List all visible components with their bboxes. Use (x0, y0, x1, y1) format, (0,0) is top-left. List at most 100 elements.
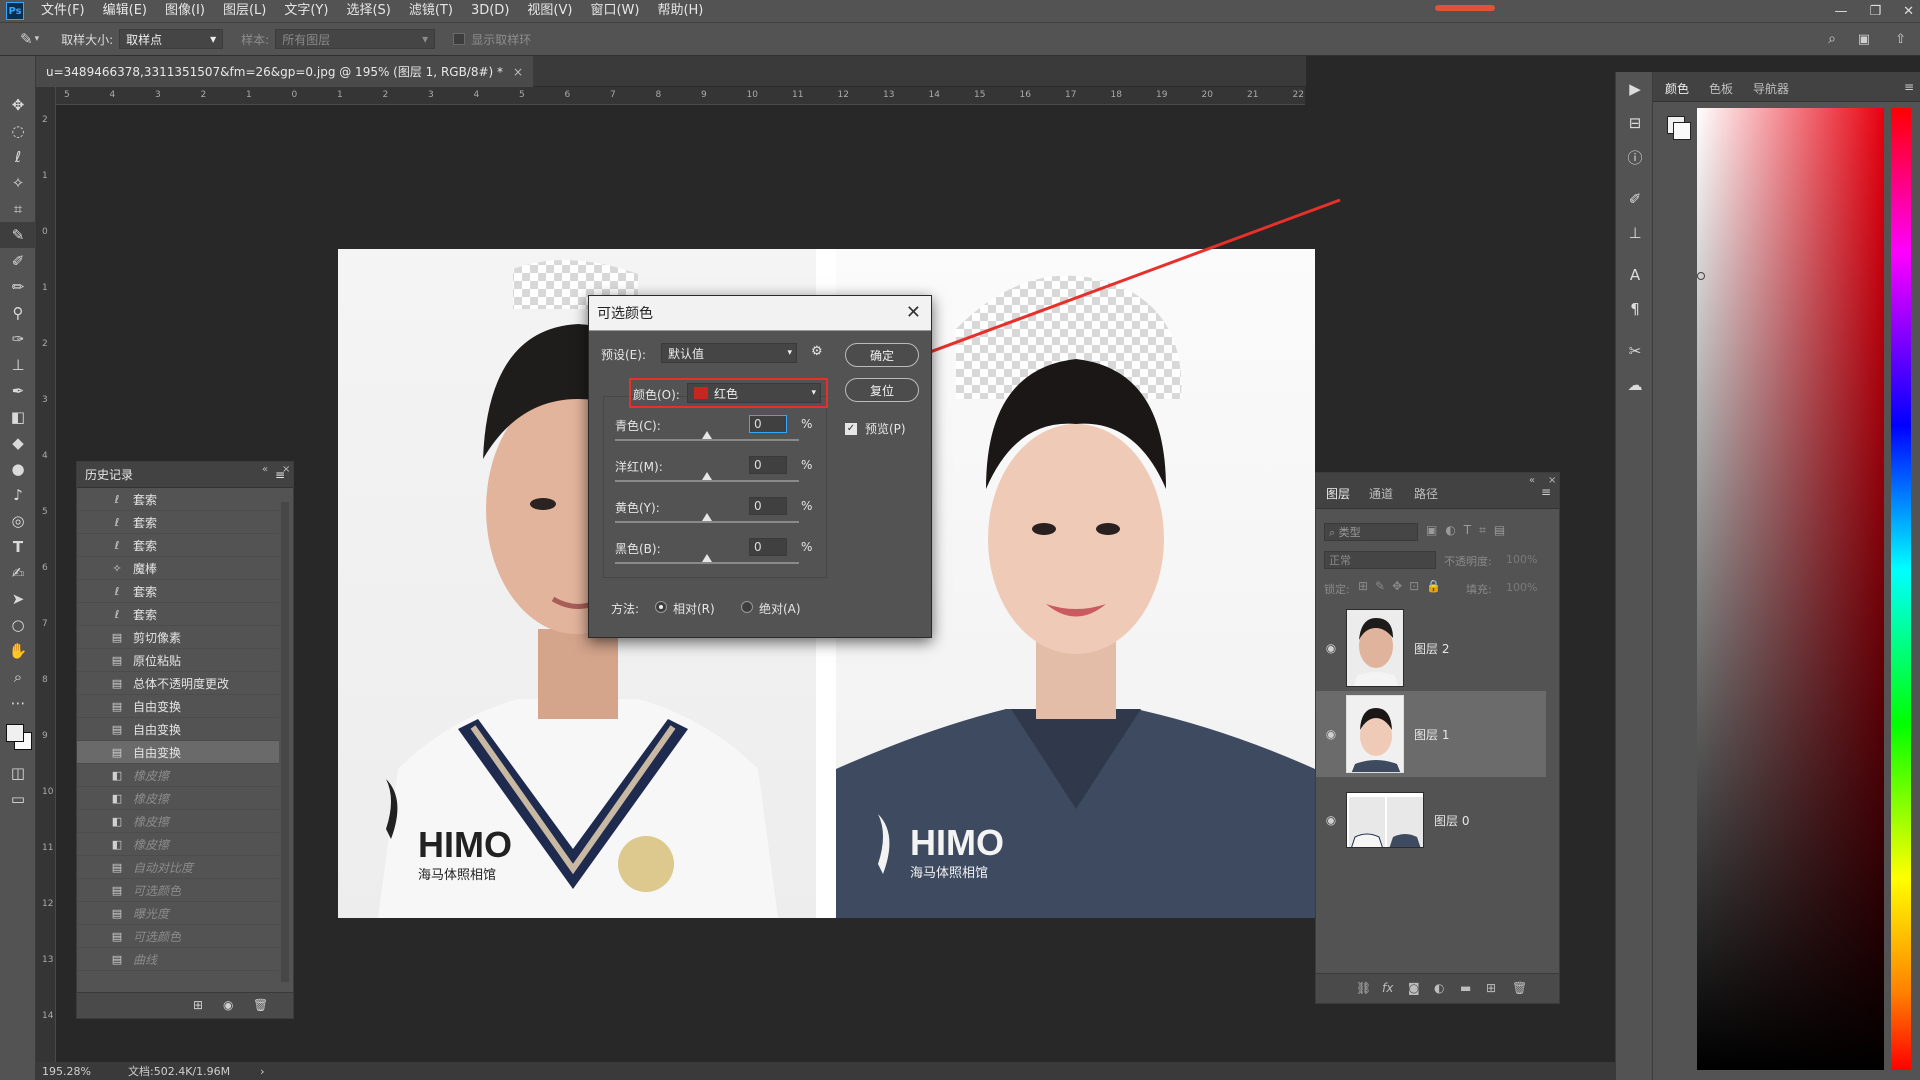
background-color-swatch[interactable] (1673, 122, 1691, 140)
collapse-icon[interactable]: « (262, 464, 268, 475)
layer-row-2[interactable]: ◉ 图层 2 (1316, 605, 1546, 691)
layer-name[interactable]: 图层 0 (1434, 812, 1469, 829)
history-title[interactable]: 历史记录 (85, 466, 133, 483)
close-panel-icon[interactable]: × (282, 464, 290, 475)
history-item[interactable]: ▤ 自由变换 (77, 741, 279, 764)
paragraph-icon[interactable]: ¶ (1616, 292, 1654, 326)
tab-channels[interactable]: 通道 (1369, 485, 1393, 502)
history-item[interactable]: ▤ 曝光度 (77, 902, 279, 925)
history-item[interactable]: ◧ 橡皮擦 (77, 833, 279, 856)
history-item[interactable]: ▤ 总体不透明度更改 (77, 672, 279, 695)
tab-color[interactable]: 颜色 (1665, 80, 1689, 97)
tab-navigator[interactable]: 导航器 (1753, 80, 1789, 97)
method-absolute-radio[interactable] (741, 601, 753, 613)
history-item[interactable]: ℓ 套索 (77, 603, 279, 626)
tab-layers[interactable]: 图层 (1326, 485, 1350, 502)
camera-icon[interactable]: ◉ (223, 998, 233, 1012)
trash-icon[interactable]: 🗑 (253, 998, 268, 1012)
history-item[interactable]: ▤ 自由变换 (77, 718, 279, 741)
properties-icon[interactable]: ⊟ (1616, 106, 1654, 140)
black-value-input[interactable]: 0 (749, 538, 787, 556)
yellow-slider-track[interactable] (615, 521, 799, 523)
tool-presets-icon[interactable]: ✂ (1616, 334, 1654, 368)
history-item[interactable]: ▤ 原位粘贴 (77, 649, 279, 672)
preset-select[interactable]: 默认值 ▾ (661, 343, 797, 363)
cc-libraries-icon[interactable]: ☁ (1616, 368, 1654, 402)
hue-slider[interactable] (1891, 108, 1911, 1070)
history-item[interactable]: ◧ 橡皮擦 (77, 810, 279, 833)
visibility-eye-icon[interactable]: ◉ (1316, 727, 1346, 741)
method-relative-radio[interactable] (655, 601, 667, 613)
cyan-slider-thumb[interactable] (702, 431, 712, 439)
layer-name[interactable]: 图层 2 (1414, 640, 1449, 657)
new-group-icon[interactable]: ▬ (1460, 981, 1471, 995)
clone-source-icon[interactable]: ⊥ (1616, 216, 1654, 250)
add-mask-icon[interactable]: ◙ (1408, 981, 1420, 995)
tab-paths[interactable]: 路径 (1414, 485, 1438, 502)
history-item[interactable]: ℓ 套索 (77, 511, 279, 534)
history-item[interactable]: ▤ 剪切像素 (77, 626, 279, 649)
saturation-brightness-field[interactable] (1697, 108, 1884, 1070)
history-scrollbar[interactable] (281, 502, 289, 982)
color-picker-cursor[interactable] (1697, 272, 1705, 280)
magenta-slider-thumb[interactable] (702, 472, 712, 480)
layer-filter-select[interactable]: ⌕ 类型 (1324, 523, 1418, 541)
cyan-value-input[interactable]: 0 (749, 415, 787, 433)
preview-toggle[interactable]: ✓ 预览(P) (845, 420, 906, 437)
layer-row-1[interactable]: ◉ 图层 1 (1316, 691, 1546, 777)
zoom-level[interactable]: 195.28% (42, 1065, 114, 1078)
color-select[interactable]: 红色 ▾ (687, 383, 821, 403)
tab-swatches[interactable]: 色板 (1709, 80, 1733, 97)
new-layer-icon[interactable]: ⊞ (1486, 981, 1496, 995)
layers-footer: ⛓ fx ◙ ◐ ▬ ⊞ 🗑 (1316, 973, 1559, 1003)
new-document-from-state-icon[interactable]: ⊞ (193, 998, 203, 1012)
ok-button[interactable]: 确定 (845, 343, 919, 367)
visibility-eye-icon[interactable]: ◉ (1316, 813, 1346, 827)
history-item[interactable]: ▤ 可选颜色 (77, 925, 279, 948)
play-icon[interactable]: ▶ (1616, 72, 1654, 106)
history-item[interactable]: ▤ 曲线 (77, 948, 279, 971)
black-slider-track[interactable] (615, 562, 799, 564)
history-footer: ⊞ ◉ 🗑 (77, 992, 293, 1018)
history-item[interactable]: ✧ 魔棒 (77, 557, 279, 580)
layer-name[interactable]: 图层 1 (1414, 726, 1449, 743)
yellow-slider-thumb[interactable] (702, 513, 712, 521)
panel-menu-icon[interactable]: ≡ (1904, 80, 1914, 94)
history-item[interactable]: ▤ 自由变换 (77, 695, 279, 718)
yellow-value-input[interactable]: 0 (749, 497, 787, 515)
history-item[interactable]: ℓ 套索 (77, 580, 279, 603)
character-icon[interactable]: A (1616, 258, 1654, 292)
trash-icon[interactable]: 🗑 (1512, 981, 1527, 995)
history-item[interactable]: ◧ 橡皮擦 (77, 787, 279, 810)
chevron-right-icon[interactable]: › (260, 1065, 264, 1078)
dialog-close-icon[interactable]: ✕ (906, 302, 921, 323)
panel-menu-icon[interactable]: ≡ (1541, 485, 1551, 499)
magenta-value-input[interactable]: 0 (749, 456, 787, 474)
magenta-slider-track[interactable] (615, 480, 799, 482)
lock-icons[interactable]: ⊞✎✥⊡🔒 (1358, 579, 1448, 593)
preset-settings-gear-icon[interactable]: ⚙ (811, 344, 823, 359)
reset-button[interactable]: 复位 (845, 378, 919, 402)
layer-filter-icons[interactable]: ▣◐T⌗▤ (1426, 523, 1513, 538)
info-icon[interactable]: ⓘ (1616, 140, 1654, 174)
opacity-value[interactable]: 100% (1506, 553, 1537, 566)
layer-row-0[interactable]: ◉ 图层 0 (1316, 777, 1546, 863)
collapse-icon[interactable]: « (1529, 475, 1535, 486)
link-layers-icon[interactable]: ⛓ (1356, 981, 1371, 995)
fill-value[interactable]: 100% (1506, 581, 1537, 594)
blend-mode-select[interactable]: 正常 (1324, 551, 1436, 569)
close-panel-icon[interactable]: × (1548, 475, 1556, 486)
history-item[interactable]: ◧ 橡皮擦 (77, 764, 279, 787)
preview-checkbox[interactable]: ✓ (845, 422, 857, 435)
visibility-eye-icon[interactable]: ◉ (1316, 641, 1346, 655)
history-item[interactable]: ▤ 可选颜色 (77, 879, 279, 902)
history-item[interactable]: ℓ 套索 (77, 534, 279, 557)
layer-thumbnail (1346, 695, 1404, 773)
fx-icon[interactable]: fx (1382, 981, 1393, 995)
history-item[interactable]: ℓ 套索 (77, 488, 279, 511)
black-slider-thumb[interactable] (702, 554, 712, 562)
adjustment-layer-icon[interactable]: ◐ (1434, 981, 1444, 995)
history-item[interactable]: ▤ 自动对比度 (77, 856, 279, 879)
brush-settings-icon[interactable]: ✐ (1616, 182, 1654, 216)
cyan-slider-track[interactable] (615, 439, 799, 441)
